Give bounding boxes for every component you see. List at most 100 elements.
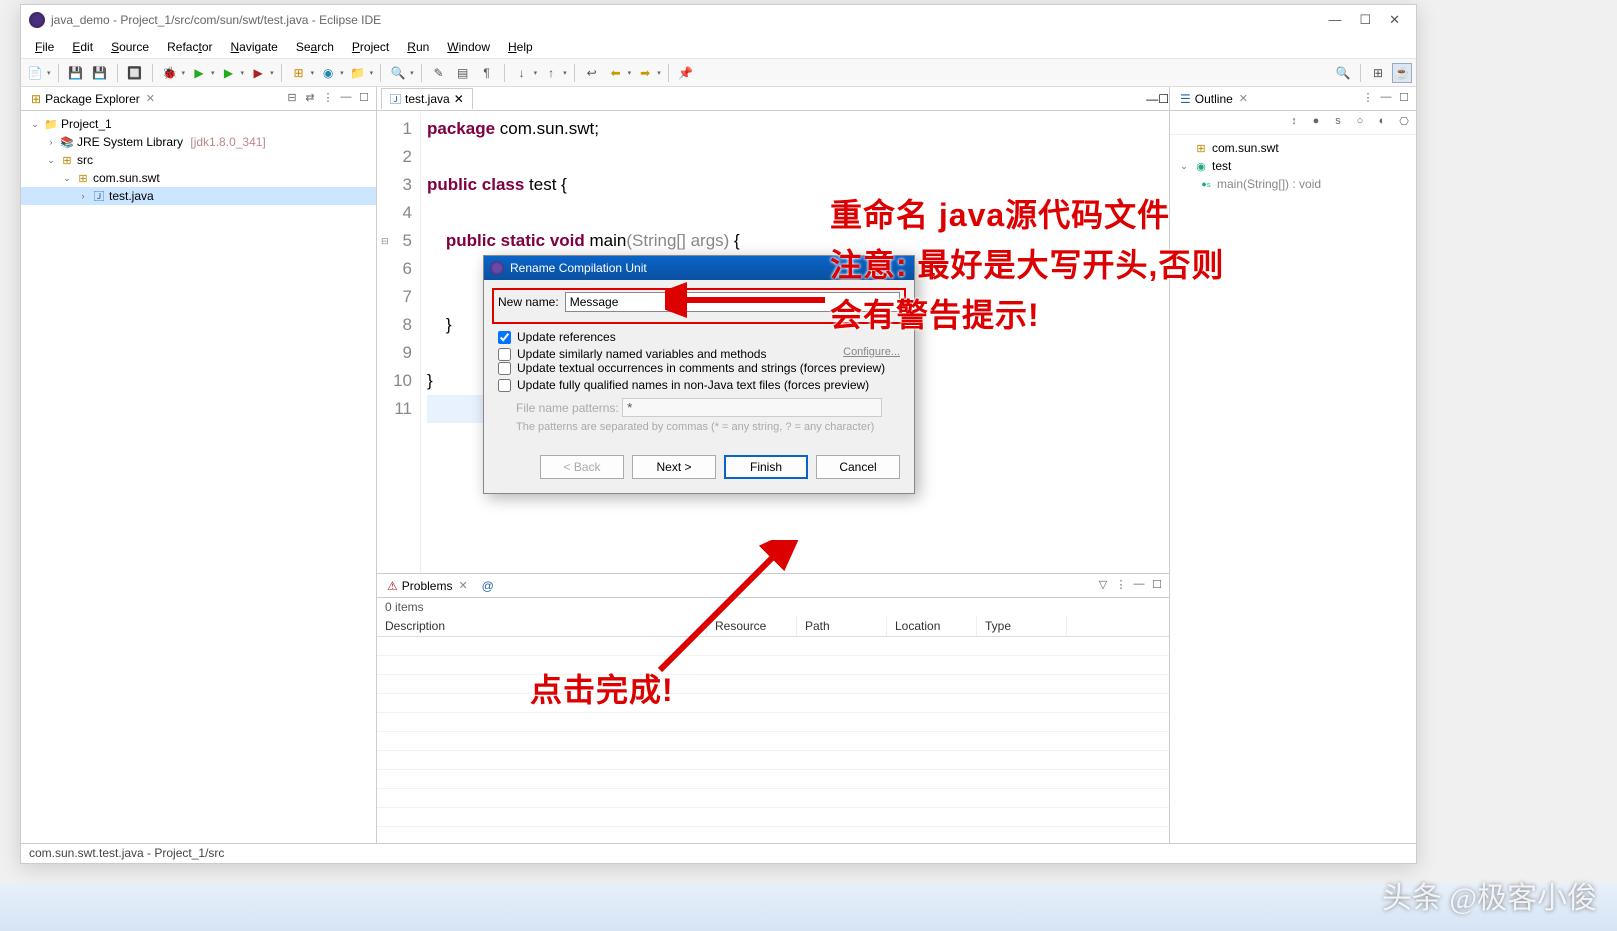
sort-icon[interactable]: ↕: [1286, 115, 1302, 131]
new-icon[interactable]: 📄: [25, 63, 45, 83]
close-button[interactable]: ✕: [1389, 12, 1400, 28]
menu-search[interactable]: Search: [288, 38, 342, 56]
tree-project[interactable]: ⌄📁Project_1: [21, 115, 376, 133]
update-qualified-checkbox[interactable]: Update fully qualified names in non-Java…: [498, 378, 900, 392]
java-perspective-icon[interactable]: ☕: [1392, 63, 1412, 83]
view-menu-icon[interactable]: ⋮: [1113, 578, 1129, 594]
last-edit-icon[interactable]: ↩: [582, 63, 602, 83]
taskbar: [0, 883, 1617, 931]
hide-nonpublic-icon[interactable]: ○: [1352, 115, 1368, 131]
show-whitespace-icon[interactable]: ¶: [477, 63, 497, 83]
tree-src[interactable]: ⌄⊞src: [21, 151, 376, 169]
outline-title: Outline: [1195, 92, 1233, 106]
menu-edit[interactable]: Edit: [64, 38, 101, 56]
hide-local-icon[interactable]: ◐: [1374, 115, 1390, 131]
run-icon[interactable]: ▶: [189, 63, 209, 83]
eclipse-icon: [490, 261, 504, 275]
newname-label: New name:: [498, 295, 559, 309]
filter-icon[interactable]: ▽: [1095, 578, 1111, 594]
menu-file[interactable]: File: [27, 38, 62, 56]
menu-window[interactable]: Window: [439, 38, 498, 56]
ext-tools-icon[interactable]: ▶: [248, 63, 268, 83]
problems-icon: ⚠: [387, 579, 398, 593]
menu-navigate[interactable]: Navigate: [222, 38, 285, 56]
next-button[interactable]: Next >: [632, 455, 716, 479]
hide-static-icon[interactable]: s: [1330, 115, 1346, 131]
close-icon[interactable]: ✕: [458, 579, 467, 592]
next-annotation-icon[interactable]: ↓: [512, 63, 532, 83]
cancel-button[interactable]: Cancel: [816, 455, 900, 479]
new-class-icon[interactable]: ◉: [318, 63, 338, 83]
toggle-block-icon[interactable]: ▤: [453, 63, 473, 83]
close-icon[interactable]: ✕: [454, 92, 464, 106]
window-controls: — ☐ ✕: [1328, 12, 1408, 28]
java-file-icon: 🄹: [390, 91, 401, 107]
view-menu-icon[interactable]: ⋮: [1360, 91, 1376, 107]
menu-project[interactable]: Project: [344, 38, 397, 56]
menu-help[interactable]: Help: [500, 38, 541, 56]
outline-method[interactable]: ●smain(String[]) : void: [1170, 175, 1416, 193]
pattern-label: File name patterns:: [516, 401, 619, 415]
col-path[interactable]: Path: [797, 616, 887, 636]
tree-jre[interactable]: ›📚JRE System Library [jdk1.8.0_341]: [21, 133, 376, 151]
open-type-icon[interactable]: 🔲: [125, 63, 145, 83]
minimize-editor-icon[interactable]: —: [1146, 92, 1158, 106]
new-package-icon[interactable]: ⊞: [289, 63, 309, 83]
problems-title: Problems: [402, 579, 453, 593]
hide-fields-icon[interactable]: ●: [1308, 115, 1324, 131]
maximize-view-icon[interactable]: ☐: [1149, 578, 1165, 594]
tree-file[interactable]: ›🄹test.java: [21, 187, 376, 205]
maximize-view-icon[interactable]: ☐: [1396, 91, 1412, 107]
link-editor-icon[interactable]: ⇄: [302, 91, 318, 107]
search-icon[interactable]: 🔍: [388, 63, 408, 83]
back-button: < Back: [540, 455, 624, 479]
col-description[interactable]: Description: [377, 616, 707, 636]
minimize-button[interactable]: —: [1328, 12, 1341, 28]
outline-class[interactable]: ⌄◉test: [1170, 157, 1416, 175]
debug-icon[interactable]: 🐞: [160, 63, 180, 83]
finish-button[interactable]: Finish: [724, 455, 808, 479]
toggle-mark-icon[interactable]: ✎: [429, 63, 449, 83]
pin-icon[interactable]: 📌: [676, 63, 696, 83]
maximize-editor-icon[interactable]: ☐: [1158, 92, 1169, 106]
close-icon[interactable]: ✕: [146, 92, 155, 105]
problems-header: Description Resource Path Location Type: [377, 616, 1169, 637]
forward-icon[interactable]: ➡: [635, 63, 655, 83]
save-all-icon[interactable]: 💾: [90, 63, 110, 83]
package-explorer-view: ⊞ Package Explorer ✕ ⊟ ⇄ ⋮ — ☐ ⌄📁Project…: [21, 87, 377, 843]
col-resource[interactable]: Resource: [707, 616, 797, 636]
minimize-view-icon[interactable]: —: [1131, 578, 1147, 594]
quick-access-icon[interactable]: 🔍: [1333, 63, 1353, 83]
coverage-icon[interactable]: ▶: [219, 63, 239, 83]
menu-refactor[interactable]: Refactor: [159, 38, 220, 56]
titlebar: java_demo - Project_1/src/com/sun/swt/te…: [21, 5, 1416, 35]
annotation-text-4: 点击完成!: [530, 665, 674, 711]
col-type[interactable]: Type: [977, 616, 1067, 636]
menu-source[interactable]: Source: [103, 38, 157, 56]
view-menu-icon[interactable]: ⋮: [320, 91, 336, 107]
focus-icon[interactable]: ⎔: [1396, 115, 1412, 131]
outline-package[interactable]: ⊞com.sun.swt: [1170, 139, 1416, 157]
close-icon[interactable]: ✕: [1239, 92, 1248, 105]
minimize-view-icon[interactable]: —: [338, 91, 354, 107]
eclipse-icon: [29, 12, 45, 28]
prev-annotation-icon[interactable]: ↑: [541, 63, 561, 83]
tree-package[interactable]: ⌄⊞com.sun.swt: [21, 169, 376, 187]
back-icon[interactable]: ⬅: [606, 63, 626, 83]
open-perspective-icon[interactable]: ⊞: [1368, 63, 1388, 83]
annotation-text-1: 重命名 java源代码文件: [830, 190, 1170, 236]
annotation-text-3: 会有警告提示!: [830, 290, 1040, 336]
editor-tab-test[interactable]: 🄹 test.java ✕: [381, 88, 473, 109]
maximize-button[interactable]: ☐: [1359, 12, 1371, 28]
javadoc-tab-icon[interactable]: @: [482, 579, 494, 593]
minimize-view-icon[interactable]: —: [1378, 91, 1394, 107]
package-tree: ⌄📁Project_1 ›📚JRE System Library [jdk1.8…: [21, 111, 376, 209]
collapse-all-icon[interactable]: ⊟: [284, 91, 300, 107]
new-folder-icon[interactable]: 📁: [348, 63, 368, 83]
col-location[interactable]: Location: [887, 616, 977, 636]
menu-run[interactable]: Run: [399, 38, 437, 56]
menubar: File Edit Source Refactor Navigate Searc…: [21, 35, 1416, 59]
save-icon[interactable]: 💾: [66, 63, 86, 83]
update-textual-checkbox[interactable]: Update textual occurrences in comments a…: [498, 361, 900, 375]
maximize-view-icon[interactable]: ☐: [356, 91, 372, 107]
